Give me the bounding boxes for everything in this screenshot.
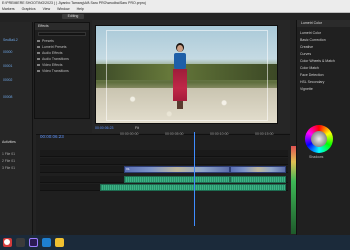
ruler-tick: 00:00:05:00 bbox=[165, 132, 184, 136]
video-clip[interactable] bbox=[230, 166, 286, 173]
lumetri-tab[interactable]: Lumetri Color bbox=[301, 21, 322, 26]
search-icon[interactable] bbox=[16, 238, 25, 247]
audio-clip[interactable] bbox=[124, 176, 230, 183]
video-clip[interactable]: V1 bbox=[124, 166, 230, 173]
activity-row[interactable]: 3 File 01 bbox=[2, 166, 15, 170]
playhead[interactable] bbox=[194, 132, 195, 226]
source-row: 00000 bbox=[3, 50, 13, 54]
subject-figure bbox=[171, 43, 189, 113]
section-hsl[interactable]: HSL Secondary bbox=[300, 79, 347, 86]
program-video-frame[interactable] bbox=[95, 25, 278, 124]
premiere-window: E:\PREMIERE SHOOTING\2023 ( ) Jiyanbo Ta… bbox=[0, 0, 350, 250]
subject-skirt bbox=[173, 69, 187, 101]
start-dot bbox=[4, 239, 10, 245]
subject-face bbox=[177, 45, 183, 52]
timeline-timecode[interactable]: 00:00:06:23 bbox=[40, 134, 64, 139]
subject-top bbox=[174, 53, 186, 69]
section-curves[interactable]: Curves bbox=[300, 51, 347, 58]
start-icon[interactable] bbox=[3, 238, 12, 247]
source-row: 00001 bbox=[3, 64, 13, 68]
explorer-icon[interactable] bbox=[55, 238, 64, 247]
program-timecode[interactable]: 00:00:06:23 bbox=[95, 126, 114, 130]
premiere-icon[interactable] bbox=[29, 238, 38, 247]
window-title: E:\PREMIERE SHOOTING\2023 ( ) Jiyanbo Ta… bbox=[2, 1, 146, 5]
section-color-match[interactable]: Color Match bbox=[300, 65, 347, 72]
section-creative[interactable]: Creative bbox=[300, 44, 347, 51]
ruler-tick: 00:00:00:00 bbox=[120, 132, 139, 136]
menu-bar: Markers Graphics View Window Help bbox=[0, 6, 350, 13]
clip-label: V1 bbox=[126, 167, 130, 171]
shadows-color-wheel[interactable] bbox=[305, 125, 333, 153]
source-row: 00002 bbox=[3, 78, 13, 82]
color-wheel-center bbox=[311, 131, 327, 147]
lumetri-color-panel: Lumetri Color Lumetri Color Basic Correc… bbox=[296, 20, 350, 235]
ruler-tick: 00:00:15:00 bbox=[255, 132, 274, 136]
edge-icon[interactable] bbox=[42, 238, 51, 247]
section-color-wheels[interactable]: Color Wheels & Match bbox=[300, 58, 347, 65]
ruler-tick: 00:00:10:00 bbox=[210, 132, 229, 136]
menu-markers[interactable]: Markers bbox=[2, 7, 15, 11]
section-basic[interactable]: Basic Correction bbox=[300, 37, 347, 44]
activities-label[interactable]: Activities bbox=[2, 140, 16, 144]
track-v3[interactable] bbox=[40, 150, 288, 157]
source-row: 00008 bbox=[3, 95, 13, 99]
subject-legs bbox=[177, 101, 183, 109]
effects-item-video-transitions[interactable]: Video Transitions bbox=[35, 68, 89, 74]
menu-help[interactable]: Help bbox=[77, 7, 84, 11]
wheel-label: Shadows bbox=[309, 155, 324, 159]
menu-view[interactable]: View bbox=[43, 7, 51, 11]
audio-clip[interactable] bbox=[100, 184, 286, 191]
lumetri-subtitle: Lumetri Color bbox=[300, 31, 322, 35]
activity-row[interactable]: 1 File 01 bbox=[2, 152, 15, 156]
taskbar bbox=[0, 235, 350, 250]
effects-search-input[interactable] bbox=[38, 32, 86, 36]
menu-graphics[interactable]: Graphics bbox=[22, 7, 36, 11]
timeline-ruler[interactable]: 00:00:00:00 00:00:05:00 00:00:10:00 00:0… bbox=[120, 132, 288, 140]
section-face-detection[interactable]: Face Detection bbox=[300, 72, 347, 79]
workspace-tab[interactable]: Editing bbox=[62, 14, 84, 19]
track-v2[interactable] bbox=[40, 158, 288, 165]
effects-panel: Effects Presets Lumetri Presets Audio Ef… bbox=[34, 22, 90, 119]
menu-window[interactable]: Window bbox=[57, 7, 69, 11]
audio-clip[interactable] bbox=[230, 176, 286, 183]
effects-panel-title[interactable]: Effects bbox=[35, 23, 89, 30]
source-panel: SeuBaiL2 00000 00001 00002 00008 Activit… bbox=[0, 22, 33, 235]
source-clip-label[interactable]: SeuBaiL2 bbox=[3, 38, 18, 42]
section-vignette[interactable]: Vignette bbox=[300, 86, 347, 93]
fit-dropdown[interactable]: Fit bbox=[135, 126, 139, 130]
activity-row[interactable]: 2 File 01 bbox=[2, 159, 15, 163]
